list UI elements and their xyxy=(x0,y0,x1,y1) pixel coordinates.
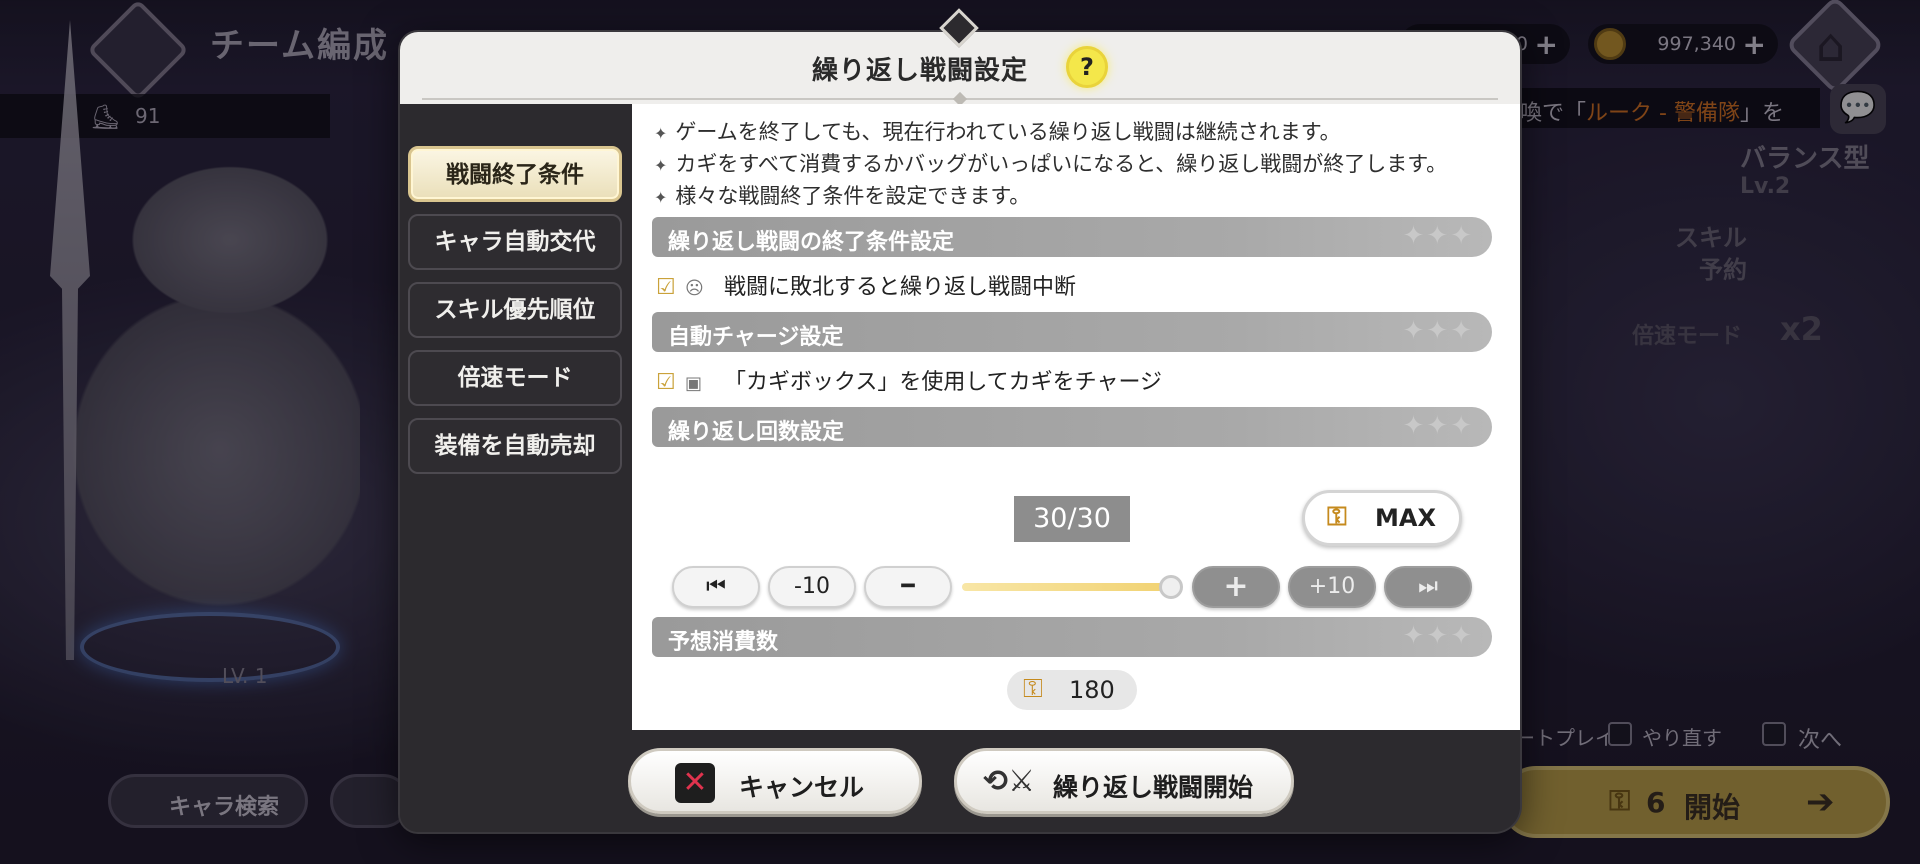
tab-end-condition[interactable]: 戦闘終了条件 xyxy=(408,146,622,202)
dialog-title: 繰り返し戦闘設定 xyxy=(811,56,1028,86)
close-icon: ✕ xyxy=(675,763,715,803)
slider-handle[interactable] xyxy=(1159,575,1183,599)
tab-skill-priority[interactable]: スキル優先順位 xyxy=(408,282,622,338)
start-repeat-label: 繰り返し戦闘開始 xyxy=(1053,773,1254,802)
minus-1-button[interactable]: ━ xyxy=(864,566,952,608)
checkmark-icon[interactable]: ☑ xyxy=(656,370,678,395)
settings-sidebar: 戦闘終了条件 キャラ自動交代 スキル優先順位 倍速モード 装備を自動売却 xyxy=(400,104,632,730)
section-title: 予想消費数 xyxy=(668,630,779,655)
star-bullet-icon: ✦ xyxy=(654,188,668,207)
start-repeat-battle-button[interactable]: ⟲⚔ 繰り返し戦闘開始 xyxy=(954,748,1294,814)
skip-end-icon: ⏭ xyxy=(1418,574,1438,599)
max-button[interactable]: ⚿ MAX xyxy=(1302,490,1462,546)
section-star-deco-icon: ✦✦✦ xyxy=(1402,316,1474,346)
note-text: カギをすべて消費するかバッグがいっぱいになると、繰り返し戦闘が終了します。 xyxy=(675,152,1448,176)
section-star-deco-icon: ✦✦✦ xyxy=(1402,621,1474,651)
minus-icon: ━ xyxy=(901,574,915,599)
note-item: ✦ ゲームを終了しても、現在行われている繰り返し戦闘は継続されます。 xyxy=(654,116,1447,148)
skull-icon: ☹ xyxy=(685,278,704,299)
key-icon: ⚿ xyxy=(1023,674,1043,704)
minus-10-button[interactable]: -10 xyxy=(768,566,856,608)
help-icon[interactable]: ? xyxy=(1066,46,1108,88)
section-repeat-count: 繰り返し回数設定 ✦✦✦ xyxy=(652,407,1492,447)
section-title: 繰り返し回数設定 xyxy=(668,420,845,445)
plus-1-button[interactable]: + xyxy=(1192,566,1280,608)
section-star-deco-icon: ✦✦✦ xyxy=(1402,221,1474,251)
dialog-footer: ✕ キャンセル ⟲⚔ 繰り返し戦闘開始 xyxy=(400,730,1520,832)
option-charge-key[interactable]: ☑ ▣ 「カギボックス」を使用してカギをチャージ xyxy=(656,364,1162,396)
cancel-label: キャンセル xyxy=(739,773,865,802)
tab-auto-sell[interactable]: 装備を自動売却 xyxy=(408,418,622,474)
note-item: ✦ カギをすべて消費するかバッグがいっぱいになると、繰り返し戦闘が終了します。 xyxy=(654,148,1447,180)
section-title: 自動チャージ設定 xyxy=(668,325,844,350)
key-icon: ⚿ xyxy=(1327,502,1347,532)
repeat-battle-icon: ⟲⚔ xyxy=(982,764,1036,799)
skip-start-icon: ⏮ xyxy=(706,574,726,599)
info-notes: ✦ ゲームを終了しても、現在行われている繰り返し戦闘は継続されます。 ✦ カギをすべ… xyxy=(654,116,1447,212)
max-count-button[interactable]: ⏭ xyxy=(1384,566,1472,608)
note-text: 様々な戦闘終了条件を設定できます。 xyxy=(675,184,1031,208)
option-stop-on-defeat[interactable]: ☑ ☹ 戦闘に敗北すると繰り返し戦闘中断 xyxy=(656,269,1076,301)
cancel-button[interactable]: ✕ キャンセル xyxy=(628,748,922,814)
settings-content: ✦ ゲームを終了しても、現在行われている繰り返し戦闘は継続されます。 ✦ カギをすべ… xyxy=(632,104,1520,730)
expected-cost-value: 180 xyxy=(1069,676,1115,704)
expected-cost-display: ⚿ 180 xyxy=(1007,670,1137,710)
section-expected-cost: 予想消費数 ✦✦✦ xyxy=(652,617,1492,657)
star-bullet-icon: ✦ xyxy=(654,124,668,143)
max-label: MAX xyxy=(1375,504,1436,532)
option-label: 戦闘に敗北すると繰り返し戦闘中断 xyxy=(724,275,1077,300)
plus-icon: + xyxy=(1223,569,1249,604)
note-text: ゲームを終了しても、現在行われている繰り返し戦闘は継続されます。 xyxy=(675,120,1341,144)
star-bullet-icon: ✦ xyxy=(654,156,668,175)
repeat-battle-dialog: 繰り返し戦闘設定 ? 戦闘終了条件 キャラ自動交代 スキル優先順位 倍速モード … xyxy=(400,32,1520,832)
tab-speed-mode[interactable]: 倍速モード xyxy=(408,350,622,406)
plus-10-button[interactable]: +10 xyxy=(1288,566,1376,608)
repeat-count-slider[interactable] xyxy=(962,583,1172,591)
section-end-condition: 繰り返し戦闘の終了条件設定 ✦✦✦ xyxy=(652,217,1492,257)
option-label: 「カギボックス」を使用してカギをチャージ xyxy=(724,370,1163,395)
key-box-icon: ▣ xyxy=(685,373,703,394)
section-title: 繰り返し戦闘の終了条件設定 xyxy=(668,230,955,255)
tab-auto-switch[interactable]: キャラ自動交代 xyxy=(408,214,622,270)
min-count-button[interactable]: ⏮ xyxy=(672,566,760,608)
section-star-deco-icon: ✦✦✦ xyxy=(1402,411,1474,441)
note-item: ✦ 様々な戦闘終了条件を設定できます。 xyxy=(654,180,1447,212)
section-auto-charge: 自動チャージ設定 ✦✦✦ xyxy=(652,312,1492,352)
checkmark-icon[interactable]: ☑ xyxy=(656,275,678,300)
repeat-count-display: 30/30 xyxy=(1014,496,1130,542)
